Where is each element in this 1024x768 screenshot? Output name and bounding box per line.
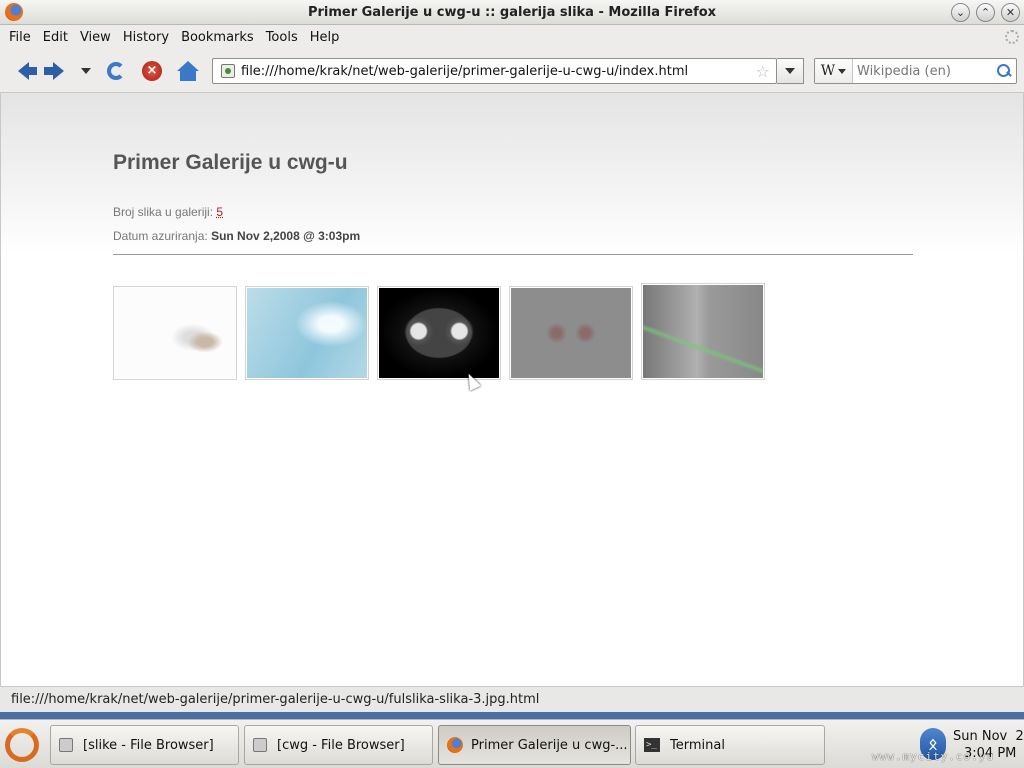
task-label: [cwg - File Browser]	[277, 737, 405, 753]
folder-icon	[253, 738, 267, 752]
stop-icon: ×	[142, 61, 162, 81]
watermark: www.mycity.co.yu	[872, 750, 994, 763]
gallery-thumbnail-5[interactable]	[641, 283, 765, 380]
window-titlebar[interactable]: Primer Galerije u cwg-u :: galerija slik…	[0, 0, 1024, 25]
divider	[113, 254, 913, 255]
updated-date-value: Sun Nov 2,2008 @ 3:03pm	[211, 229, 361, 243]
thumbnail-image	[379, 288, 499, 378]
firefox-icon	[447, 737, 463, 753]
search-bar: W	[814, 58, 1017, 84]
firefox-icon	[5, 3, 23, 21]
home-button[interactable]	[175, 59, 201, 83]
chevron-down-icon	[838, 68, 847, 74]
menu-history[interactable]: History	[118, 30, 174, 45]
updated-date-line: Datum azuriranja: Sun Nov 2,2008 @ 3:03p…	[113, 229, 360, 243]
gallery-thumbnail-1[interactable]	[113, 286, 237, 380]
clock-date: Sun Nov 2	[953, 729, 1024, 744]
thumbnail-gallery	[113, 283, 765, 380]
gallery-thumbnail-4[interactable]	[509, 286, 633, 380]
stop-button[interactable]: ×	[139, 59, 165, 83]
image-count-value: 5	[216, 205, 224, 219]
gallery-title: Primer Galerije u cwg-u	[113, 151, 348, 174]
task-label: Primer Galerije u cwg-...	[471, 737, 628, 753]
search-icon[interactable]	[996, 63, 1012, 79]
home-icon	[177, 61, 199, 81]
forward-arrow-icon	[43, 62, 64, 80]
menu-tools[interactable]: Tools	[261, 30, 303, 45]
thumbnail-image	[247, 288, 367, 378]
menu-file[interactable]: File	[4, 30, 36, 45]
thumbnail-image	[643, 285, 763, 378]
back-button[interactable]	[10, 59, 37, 83]
menu-help[interactable]: Help	[305, 30, 345, 45]
ubuntu-menu-icon[interactable]	[5, 728, 39, 762]
task-firefox[interactable]: Primer Galerije u cwg-...	[438, 725, 631, 765]
reload-button[interactable]	[103, 59, 129, 83]
menu-bookmarks[interactable]: Bookmarks	[176, 30, 259, 45]
menu-view[interactable]: View	[75, 30, 116, 45]
gallery-thumbnail-3[interactable]	[377, 286, 501, 380]
task-slike-file-browser[interactable]: [slike - File Browser]	[50, 725, 239, 765]
minimize-icon[interactable]: ⌄	[951, 3, 970, 22]
close-icon[interactable]: ✕	[1001, 3, 1020, 22]
navigation-toolbar: × file:///home/krak/net/web-galerije/pri…	[0, 49, 1024, 93]
bookmark-star-icon[interactable]: ☆	[756, 62, 770, 81]
page-content: Primer Galerije u cwg-u Broj slika u gal…	[0, 93, 1024, 686]
search-engine-selector[interactable]: W	[815, 59, 853, 83]
chevron-down-icon	[785, 68, 795, 74]
task-cwg-file-browser[interactable]: [cwg - File Browser]	[244, 725, 433, 765]
url-history-dropdown[interactable]	[777, 58, 804, 84]
page-favicon-icon	[221, 64, 235, 78]
folder-icon	[59, 738, 73, 752]
wikipedia-icon: W	[820, 63, 836, 79]
window-title: Primer Galerije u cwg-u :: galerija slik…	[307, 4, 717, 20]
chevron-down-icon	[81, 68, 91, 74]
history-dropdown-button[interactable]	[74, 59, 98, 83]
terminal-icon: >_	[644, 738, 660, 752]
back-arrow-icon	[17, 62, 37, 80]
updated-date-label: Datum azuriranja:	[113, 229, 208, 243]
reload-icon	[107, 62, 125, 80]
thumbnail-image	[115, 288, 235, 378]
forward-button[interactable]	[40, 59, 66, 83]
menu-bar: File Edit View History Bookmarks Tools H…	[0, 25, 1024, 49]
window-controls: ⌄ ⌃ ✕	[951, 3, 1020, 22]
status-bar: file:///home/krak/net/web-galerije/prime…	[0, 686, 1024, 712]
task-label: Terminal	[670, 737, 725, 753]
task-label: [slike - File Browser]	[83, 737, 214, 753]
gallery-thumbnail-2[interactable]	[245, 286, 369, 380]
image-count-label: Broj slika u galeriji:	[113, 205, 214, 219]
url-text[interactable]: file:///home/krak/net/web-galerije/prime…	[241, 64, 756, 79]
maximize-icon[interactable]: ⌃	[976, 3, 995, 22]
thumbnail-image	[511, 288, 631, 378]
status-text: file:///home/krak/net/web-galerije/prime…	[11, 692, 540, 707]
menu-edit[interactable]: Edit	[38, 30, 73, 45]
taskbar: [slike - File Browser] [cwg - File Brows…	[0, 719, 1024, 768]
task-terminal[interactable]: >_ Terminal	[635, 725, 825, 765]
throbber-icon	[1005, 30, 1019, 44]
search-input[interactable]	[853, 63, 996, 79]
image-count-line: Broj slika u galeriji: 5	[113, 205, 223, 219]
url-bar[interactable]: file:///home/krak/net/web-galerije/prime…	[212, 58, 777, 84]
